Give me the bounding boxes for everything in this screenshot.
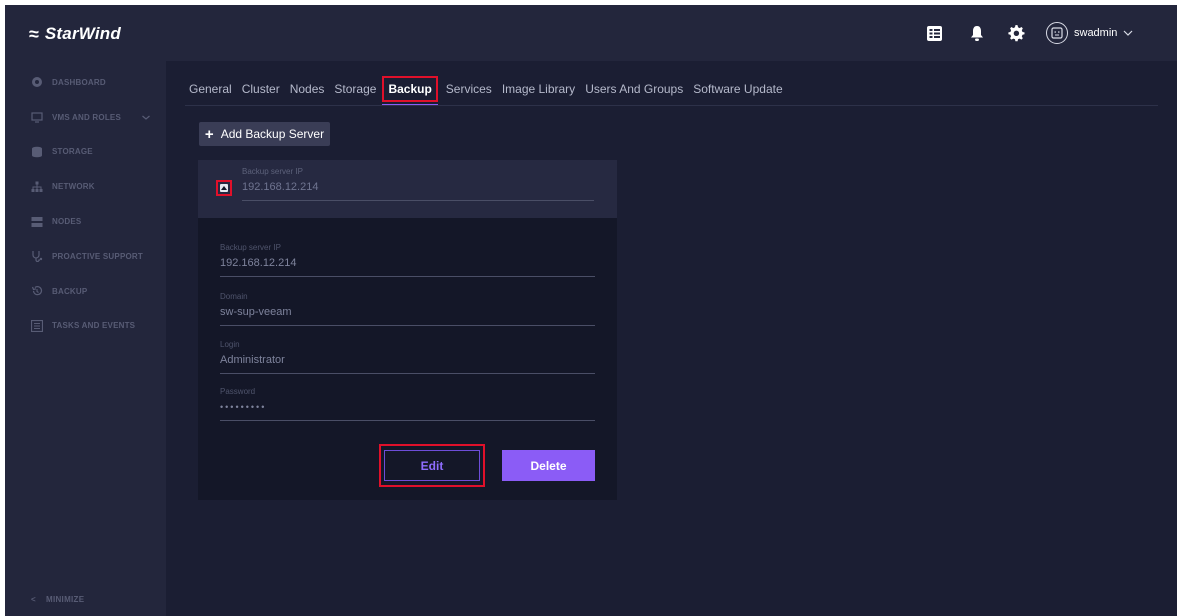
add-backup-server-label: Add Backup Server — [220, 127, 325, 141]
field-value: Administrator — [220, 352, 595, 374]
header-server-ip-field: Backup server IP 192.168.12.214 — [242, 167, 594, 201]
logo[interactable]: ≈ StarWind — [29, 22, 121, 46]
sidebar-item-label: BACKUP — [52, 286, 88, 296]
edit-button[interactable]: Edit — [384, 450, 480, 481]
app-window: ≈ StarWind DASHBOARD VMS AND ROLES STORA… — [5, 5, 1177, 616]
sidebar-item-label: NETWORK — [52, 182, 95, 192]
sidebar: ≈ StarWind DASHBOARD VMS AND ROLES STORA… — [5, 5, 166, 616]
server-ip-field[interactable]: Backup server IP 192.168.12.214 — [220, 243, 595, 277]
sidebar-item-label: VMS AND ROLES — [52, 112, 121, 122]
field-label: Backup server IP — [220, 243, 281, 252]
sidebar-item-proactive-support[interactable]: PROACTIVE SUPPORT — [5, 239, 166, 274]
field-value: 192.168.12.214 — [242, 179, 594, 201]
field-label: Password — [220, 387, 256, 396]
sidebar-item-dashboard[interactable]: DASHBOARD — [5, 65, 166, 100]
tab-users-and-groups[interactable]: Users And Groups — [585, 76, 683, 102]
minimize-button[interactable]: < MINIMIZE — [31, 595, 84, 604]
field-value: 192.168.12.214 — [220, 255, 595, 277]
sidebar-item-label: PROACTIVE SUPPORT — [52, 251, 143, 261]
logo-waves-icon: ≈ — [29, 24, 39, 44]
avatar-icon — [1046, 22, 1068, 44]
login-field[interactable]: Login Administrator — [220, 340, 595, 374]
tab-software-update[interactable]: Software Update — [693, 76, 782, 102]
password-field[interactable]: Password ••••••••• — [220, 387, 595, 421]
sidebar-item-storage[interactable]: STORAGE — [5, 135, 166, 170]
sidebar-item-label: NODES — [52, 217, 82, 227]
tab-storage[interactable]: Storage — [334, 76, 376, 102]
tab-image-library[interactable]: Image Library — [502, 76, 575, 102]
delete-button[interactable]: Delete — [502, 450, 595, 481]
tab-backup[interactable]: Backup — [382, 76, 439, 106]
domain-field[interactable]: Domain sw-sup-veeam — [220, 292, 595, 326]
task-list-icon[interactable] — [924, 23, 944, 43]
tab-general[interactable]: General — [189, 76, 232, 102]
bell-icon[interactable] — [967, 23, 987, 43]
sidebar-item-tasks-and-events[interactable]: TASKS AND EVENTS — [5, 309, 166, 344]
sidebar-item-label: STORAGE — [52, 147, 93, 157]
sidebar-item-vms-and-roles[interactable]: VMS AND ROLES — [5, 100, 166, 135]
sidebar-item-label: TASKS AND EVENTS — [52, 321, 136, 331]
field-label: Domain — [220, 292, 248, 301]
topbar: swadmin — [166, 5, 1177, 61]
backup-icon — [31, 286, 43, 296]
logo-text: StarWind — [44, 24, 121, 43]
settings-tabs: General Cluster Nodes Storage Backup Ser… — [189, 76, 793, 106]
chevron-down-icon — [1123, 30, 1133, 36]
chevron-down-icon — [142, 115, 150, 120]
tab-services[interactable]: Services — [446, 76, 492, 102]
gear-icon[interactable] — [1006, 23, 1026, 43]
sidebar-item-label: DASHBOARD — [52, 77, 106, 87]
user-menu[interactable]: swadmin — [1046, 21, 1133, 45]
field-label: Backup server IP — [242, 167, 303, 176]
sidebar-item-network[interactable]: NETWORK — [5, 169, 166, 204]
caret-up-icon — [220, 184, 228, 192]
storage-icon — [32, 146, 42, 158]
sidebar-item-nodes[interactable]: NODES — [5, 204, 166, 239]
add-backup-server-button[interactable]: + Add Backup Server — [199, 122, 330, 146]
collapse-toggle-button[interactable] — [216, 180, 232, 196]
backup-server-card: Backup server IP 192.168.12.214 Backup s… — [198, 160, 617, 500]
plus-icon: + — [204, 125, 214, 143]
tabs-divider — [185, 105, 1158, 106]
field-value: sw-sup-veeam — [220, 304, 595, 326]
tab-cluster[interactable]: Cluster — [242, 76, 280, 102]
dashboard-icon — [32, 77, 42, 88]
backup-server-card-header: Backup server IP 192.168.12.214 — [198, 160, 617, 218]
field-label: Login — [220, 340, 240, 349]
stethoscope-icon — [32, 251, 43, 263]
username: swadmin — [1074, 27, 1118, 39]
minimize-label: MINIMIZE — [45, 595, 85, 604]
sidebar-nav: DASHBOARD VMS AND ROLES STORAGE NETWORK … — [5, 65, 166, 343]
vms-icon — [31, 112, 43, 123]
network-icon — [31, 181, 43, 192]
tasks-icon — [31, 319, 43, 332]
sidebar-item-backup[interactable]: BACKUP — [5, 274, 166, 309]
field-value: ••••••••• — [220, 399, 595, 421]
tab-nodes[interactable]: Nodes — [290, 76, 325, 102]
nodes-icon — [31, 216, 43, 227]
chevron-left-icon: < — [31, 595, 36, 604]
